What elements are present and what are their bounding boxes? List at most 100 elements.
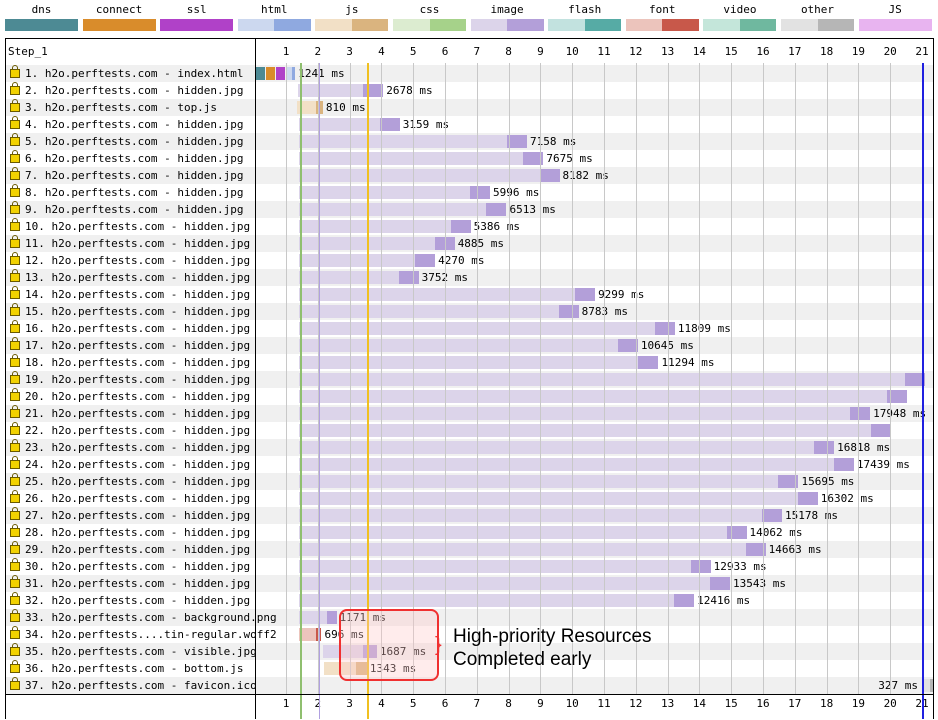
request-name: 36. h2o.perftests.com - bottom.js (25, 662, 244, 675)
lock-icon (10, 677, 20, 690)
request-label: 22. h2o.perftests.com - hidden.jpg (10, 422, 251, 437)
legend-swatch (858, 19, 932, 31)
request-name: 6. h2o.perftests.com - hidden.jpg (25, 152, 244, 165)
request-name: 28. h2o.perftests.com - hidden.jpg (25, 526, 251, 539)
request-name: 37. h2o.perftests.com - favicon.ico (25, 679, 257, 692)
gridline (508, 63, 510, 694)
gridline (286, 63, 287, 694)
top-tick-label: 1 (282, 45, 290, 58)
request-name: 11. h2o.perftests.com - hidden.jpg (25, 237, 251, 250)
legend-swatch (470, 19, 544, 31)
top-tick-label: 18 (819, 45, 834, 58)
request-label: 29. h2o.perftests.com - hidden.jpg (10, 541, 250, 556)
request-name: 7. h2o.perftests.com - hidden.jpg (25, 169, 244, 182)
swatch-light (393, 19, 430, 31)
swatch-light (237, 19, 275, 31)
legend-item-other: other (781, 3, 854, 31)
gridline (476, 63, 478, 694)
legend-swatch (625, 19, 699, 31)
legend-item-css: css (393, 3, 466, 31)
request-name: 22. h2o.perftests.com - hidden.jpg (25, 424, 251, 437)
legend-item-font: font (625, 3, 699, 31)
legend-item-ssl: ssl (160, 3, 234, 31)
request-label: 9. h2o.perftests.com - hidden.jpg (10, 201, 244, 216)
request-label: 33. h2o.perftests.com - background.png (10, 609, 277, 624)
request-label: 8. h2o.perftests.com - hidden.jpg (10, 184, 244, 199)
legend-item-connect: connect (82, 3, 156, 31)
top-tick-label: 12 (629, 45, 643, 58)
request-name: 25. h2o.perftests.com - hidden.jpg (25, 475, 251, 488)
annotation-line: High-priority Resources (453, 626, 652, 647)
annotation-line: Completed early (453, 649, 592, 670)
legend-item-html: html (237, 3, 311, 31)
waterfall: 1. h2o.perftests.com - index.html 1241 ms… (5, 38, 934, 719)
gridline (635, 63, 637, 694)
legend-swatch (160, 19, 234, 31)
gridline (381, 63, 383, 694)
gridline (540, 63, 542, 694)
annotation-text: High-priority Resources Completed early (453, 625, 652, 671)
request-label: 10. h2o.perftests.com - hidden.jpg (10, 218, 251, 233)
swatch-light (703, 19, 740, 31)
swatch-dark (739, 19, 777, 31)
gridline (445, 63, 446, 694)
request-name: 8. h2o.perftests.com - hidden.jpg (25, 186, 244, 199)
top-tick-label: 6 (441, 45, 449, 58)
request-label: 21. h2o.perftests.com - hidden.jpg (10, 405, 250, 420)
legend-swatch (781, 19, 854, 31)
swatch-dark (895, 19, 932, 31)
request-name: 20. h2o.perftests.com - hidden.jpg (25, 390, 251, 403)
legend-label: font (649, 3, 676, 16)
request-label: 25. h2o.perftests.com - hidden.jpg (10, 473, 251, 488)
lock-icon (10, 337, 20, 350)
request-label: 6. h2o.perftests.com - hidden.jpg (10, 150, 244, 165)
request-name: 30. h2o.perftests.com - hidden.jpg (25, 560, 251, 573)
swatch-light (315, 19, 352, 31)
lock-icon (10, 643, 20, 656)
request-label: 14. h2o.perftests.com - hidden.jpg (10, 286, 250, 301)
top-tick-label: 17 (788, 45, 802, 58)
lock-icon (10, 167, 20, 180)
gridline (794, 63, 796, 694)
request-label: 37. h2o.perftests.com - favicon.ico (10, 677, 257, 692)
legend-item-js-execution: JS Execution (858, 3, 932, 31)
swatch-dark (274, 19, 311, 31)
request-label: 32. h2o.perftests.com - hidden.jpg (10, 592, 250, 607)
legend-label: connect (95, 3, 143, 16)
legend: dns connect ssl html js css image flash font vide… (0, 0, 938, 36)
legend-item-image: image (470, 3, 544, 31)
lock-icon (10, 184, 20, 197)
lock-icon (10, 65, 20, 78)
request-label: 13. h2o.perftests.com - hidden.jpg (10, 269, 251, 284)
gridline (604, 63, 605, 694)
swatch-light (82, 19, 120, 31)
lock-icon (10, 201, 20, 214)
lock-icon (10, 150, 20, 163)
swatch-light (5, 19, 42, 31)
request-label: 19. h2o.perftests.com - hidden.jpg (10, 371, 250, 386)
top-tick-label: 2 (314, 45, 322, 58)
request-name: 2. h2o.perftests.com - hidden.jpg (25, 84, 244, 97)
request-name: 27. h2o.perftests.com - hidden.jpg (25, 509, 251, 522)
gridline (890, 63, 892, 694)
request-label: 18. h2o.perftests.com - hidden.jpg (10, 354, 250, 369)
lock-icon (10, 592, 20, 605)
top-tick-label: 14 (692, 45, 707, 58)
request-name: 10. h2o.perftests.com - hidden.jpg (25, 220, 251, 233)
lock-icon (10, 626, 20, 639)
top-tick-label: 13 (660, 45, 675, 58)
request-name: 26. h2o.perftests.com - hidden.jpg (25, 492, 251, 505)
top-tick-label: 19 (851, 45, 866, 58)
start-render-line (300, 63, 303, 719)
request-name: 13. h2o.perftests.com - hidden.jpg (25, 271, 251, 284)
lock-icon (10, 116, 20, 129)
lock-icon (10, 252, 20, 265)
request-name: 17. h2o.perftests.com - hidden.jpg (25, 339, 251, 352)
lock-icon (10, 524, 20, 537)
legend-swatch (82, 19, 156, 31)
swatch-dark (41, 19, 78, 31)
request-name: 35. h2o.perftests.com - visible.jpg (25, 645, 257, 658)
top-tick-label: 4 (378, 45, 385, 58)
swatch-dark (351, 19, 389, 31)
request-label: 11. h2o.perftests.com - hidden.jpg (10, 235, 251, 250)
